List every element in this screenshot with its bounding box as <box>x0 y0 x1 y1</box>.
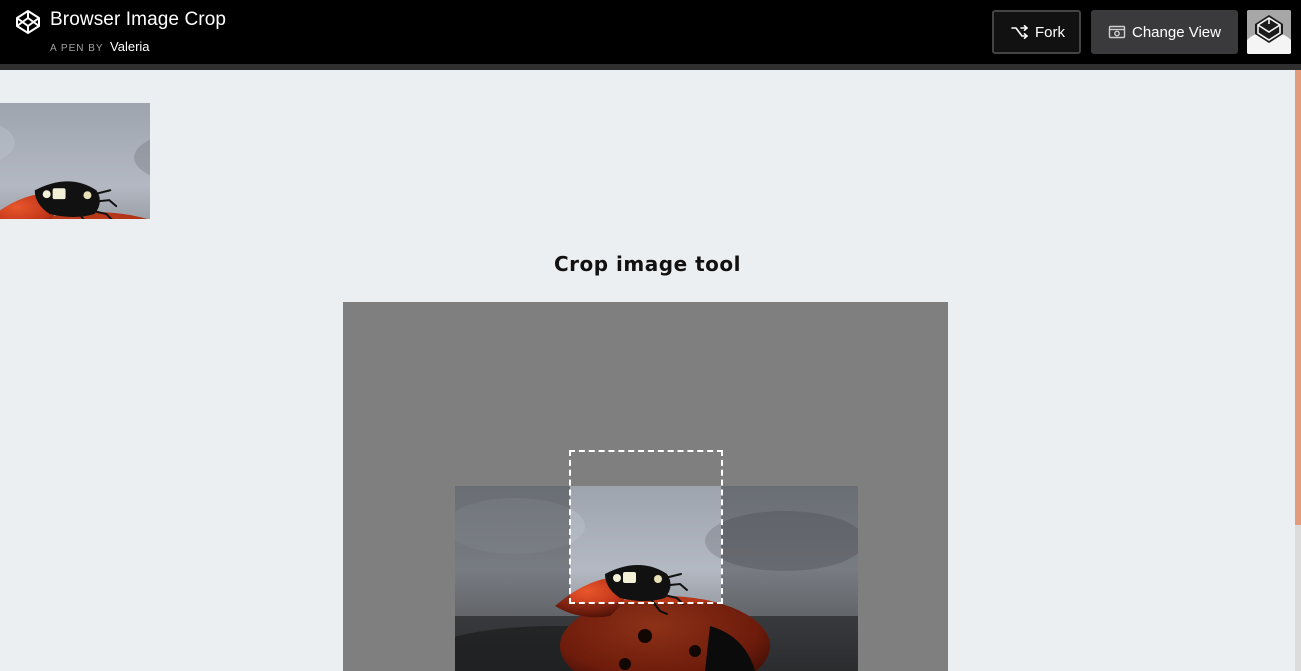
fork-icon <box>1011 25 1028 39</box>
pen-byline: A PEN BY Valeria <box>50 38 150 56</box>
cropped-preview-image <box>0 103 150 219</box>
crop-selection-frame[interactable] <box>569 450 723 604</box>
scrollbar-thumb[interactable] <box>1295 70 1301 525</box>
ladybug-preview-image <box>0 103 150 219</box>
top-bar: Browser Image Crop A PEN BY Valeria Fork… <box>0 0 1301 70</box>
user-avatar[interactable] <box>1247 10 1291 54</box>
crop-stage[interactable] <box>343 302 948 671</box>
change-view-button[interactable]: Change View <box>1091 10 1238 54</box>
page-heading: Crop image tool <box>554 252 741 276</box>
change-view-icon <box>1108 25 1126 39</box>
change-view-label: Change View <box>1132 23 1221 41</box>
byline-label: A PEN BY <box>50 43 104 54</box>
scrollbar-track[interactable] <box>1295 525 1301 671</box>
author-link[interactable]: Valeria <box>110 39 150 54</box>
fork-button[interactable]: Fork <box>992 10 1081 54</box>
codepen-logo-icon[interactable] <box>15 9 41 35</box>
avatar-icon <box>1247 10 1291 54</box>
pen-title: Browser Image Crop <box>50 9 227 30</box>
fork-button-label: Fork <box>1035 23 1065 41</box>
